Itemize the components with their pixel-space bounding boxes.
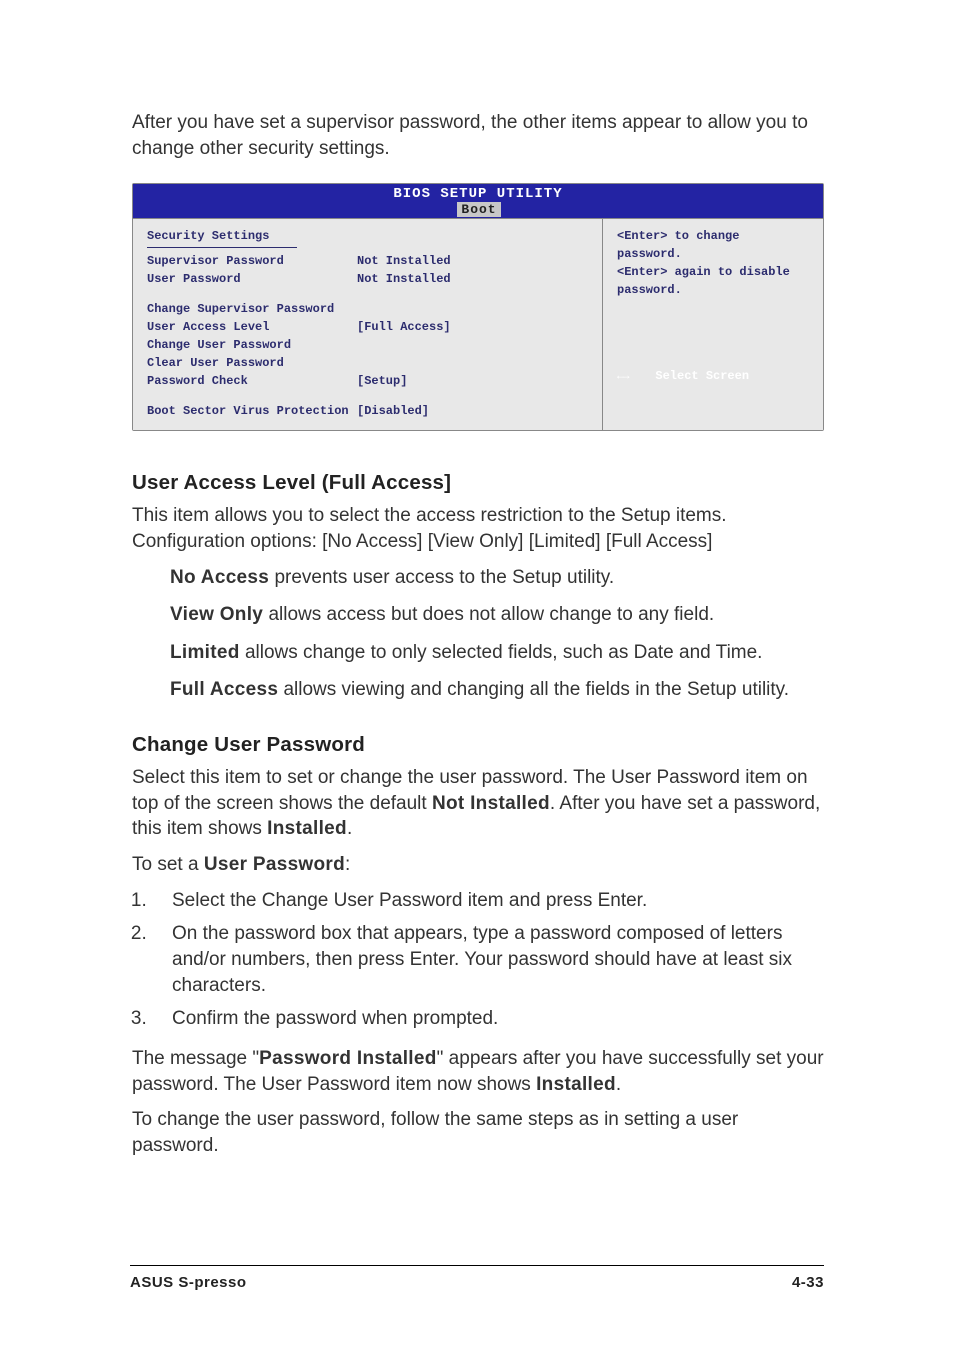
bios-row-label: Clear User Password (147, 354, 357, 372)
bios-row-label: Boot Sector Virus Protection (147, 402, 357, 420)
bold-label: Password Installed (259, 1048, 437, 1069)
page-footer: ASUS S-presso 4-33 (130, 1265, 824, 1291)
bios-row-label: User Password (147, 270, 357, 288)
paragraph: The message "Password Installed" appears… (132, 1046, 824, 1097)
option-text: allows viewing and changing all the fiel… (278, 679, 789, 700)
bios-tab-boot: Boot (457, 202, 500, 217)
intro-paragraph: After you have set a supervisor password… (132, 110, 824, 161)
option-view-only: View Only allows access but does not all… (170, 602, 824, 628)
bios-left-pane: Security Settings Supervisor Password No… (133, 219, 603, 430)
bios-row-label: Change User Password (147, 336, 357, 354)
footer-left: ASUS S-presso (130, 1274, 247, 1291)
bios-help-text: <Enter> to change password. (617, 227, 809, 263)
option-full-access: Full Access allows viewing and changing … (170, 677, 824, 703)
text-span: . (616, 1074, 621, 1095)
bios-nav-hint: ←→ Select Screen (617, 367, 809, 385)
bios-row-label: Password Check (147, 372, 357, 390)
list-item: Select the Change User Password item and… (152, 888, 824, 914)
option-text: prevents user access to the Setup utilit… (269, 567, 614, 588)
option-text: allows access but does not allow change … (263, 604, 714, 625)
paragraph: To set a User Password: (132, 852, 824, 878)
paragraph: Select this item to set or change the us… (132, 765, 824, 842)
bios-row-value: [Setup] (357, 372, 588, 390)
bios-row-value: [Full Access] (357, 318, 588, 336)
option-limited: Limited allows change to only selected f… (170, 640, 824, 666)
text-span: To set a (132, 854, 204, 875)
bios-section-title: Security Settings (147, 227, 588, 245)
bold-label: Installed (267, 818, 347, 839)
option-no-access: No Access prevents user access to the Se… (170, 565, 824, 591)
bios-title: BIOS SETUP UTILITY (393, 186, 562, 202)
bold-label: User Password (204, 854, 345, 875)
bios-row-value: [Disabled] (357, 402, 588, 420)
bold-label: Installed (536, 1074, 616, 1095)
bios-screenshot: BIOS SETUP UTILITY Boot Security Setting… (132, 183, 824, 431)
text-span: The message " (132, 1048, 259, 1069)
paragraph: This item allows you to select the acces… (132, 503, 824, 554)
bold-label: View Only (170, 604, 263, 625)
list-item: Confirm the password when prompted. (152, 1006, 824, 1032)
bios-right-pane: <Enter> to change password. <Enter> agai… (603, 219, 823, 430)
bios-row-value: Not Installed (357, 252, 588, 270)
bold-label: Full Access (170, 679, 278, 700)
text-span: : (345, 854, 350, 875)
bold-label: Limited (170, 642, 240, 663)
bios-help-text: <Enter> again to disable password. (617, 263, 809, 299)
bios-row-value: Not Installed (357, 270, 588, 288)
footer-right: 4-33 (792, 1274, 824, 1291)
paragraph: To change the user password, follow the … (132, 1107, 824, 1158)
bios-nav-text: Select Screen (655, 367, 749, 385)
bios-row-label: Supervisor Password (147, 252, 357, 270)
bold-label: No Access (170, 567, 269, 588)
list-item: On the password box that appears, type a… (152, 921, 824, 998)
bios-header: BIOS SETUP UTILITY Boot (133, 184, 823, 218)
option-descriptions: No Access prevents user access to the Se… (170, 565, 824, 704)
heading-user-access-level: User Access Level (Full Access] (132, 471, 824, 495)
text-span: . (347, 818, 352, 839)
heading-change-user-password: Change User Password (132, 733, 824, 757)
option-text: allows change to only selected fields, s… (240, 642, 763, 663)
bios-row-label: User Access Level (147, 318, 357, 336)
bold-label: Not Installed (432, 793, 550, 814)
arrow-icon: ←→ (617, 367, 627, 385)
bios-row-label: Change Supervisor Password (147, 300, 357, 318)
steps-list: Select the Change User Password item and… (152, 888, 824, 1032)
bios-underline (147, 247, 297, 248)
